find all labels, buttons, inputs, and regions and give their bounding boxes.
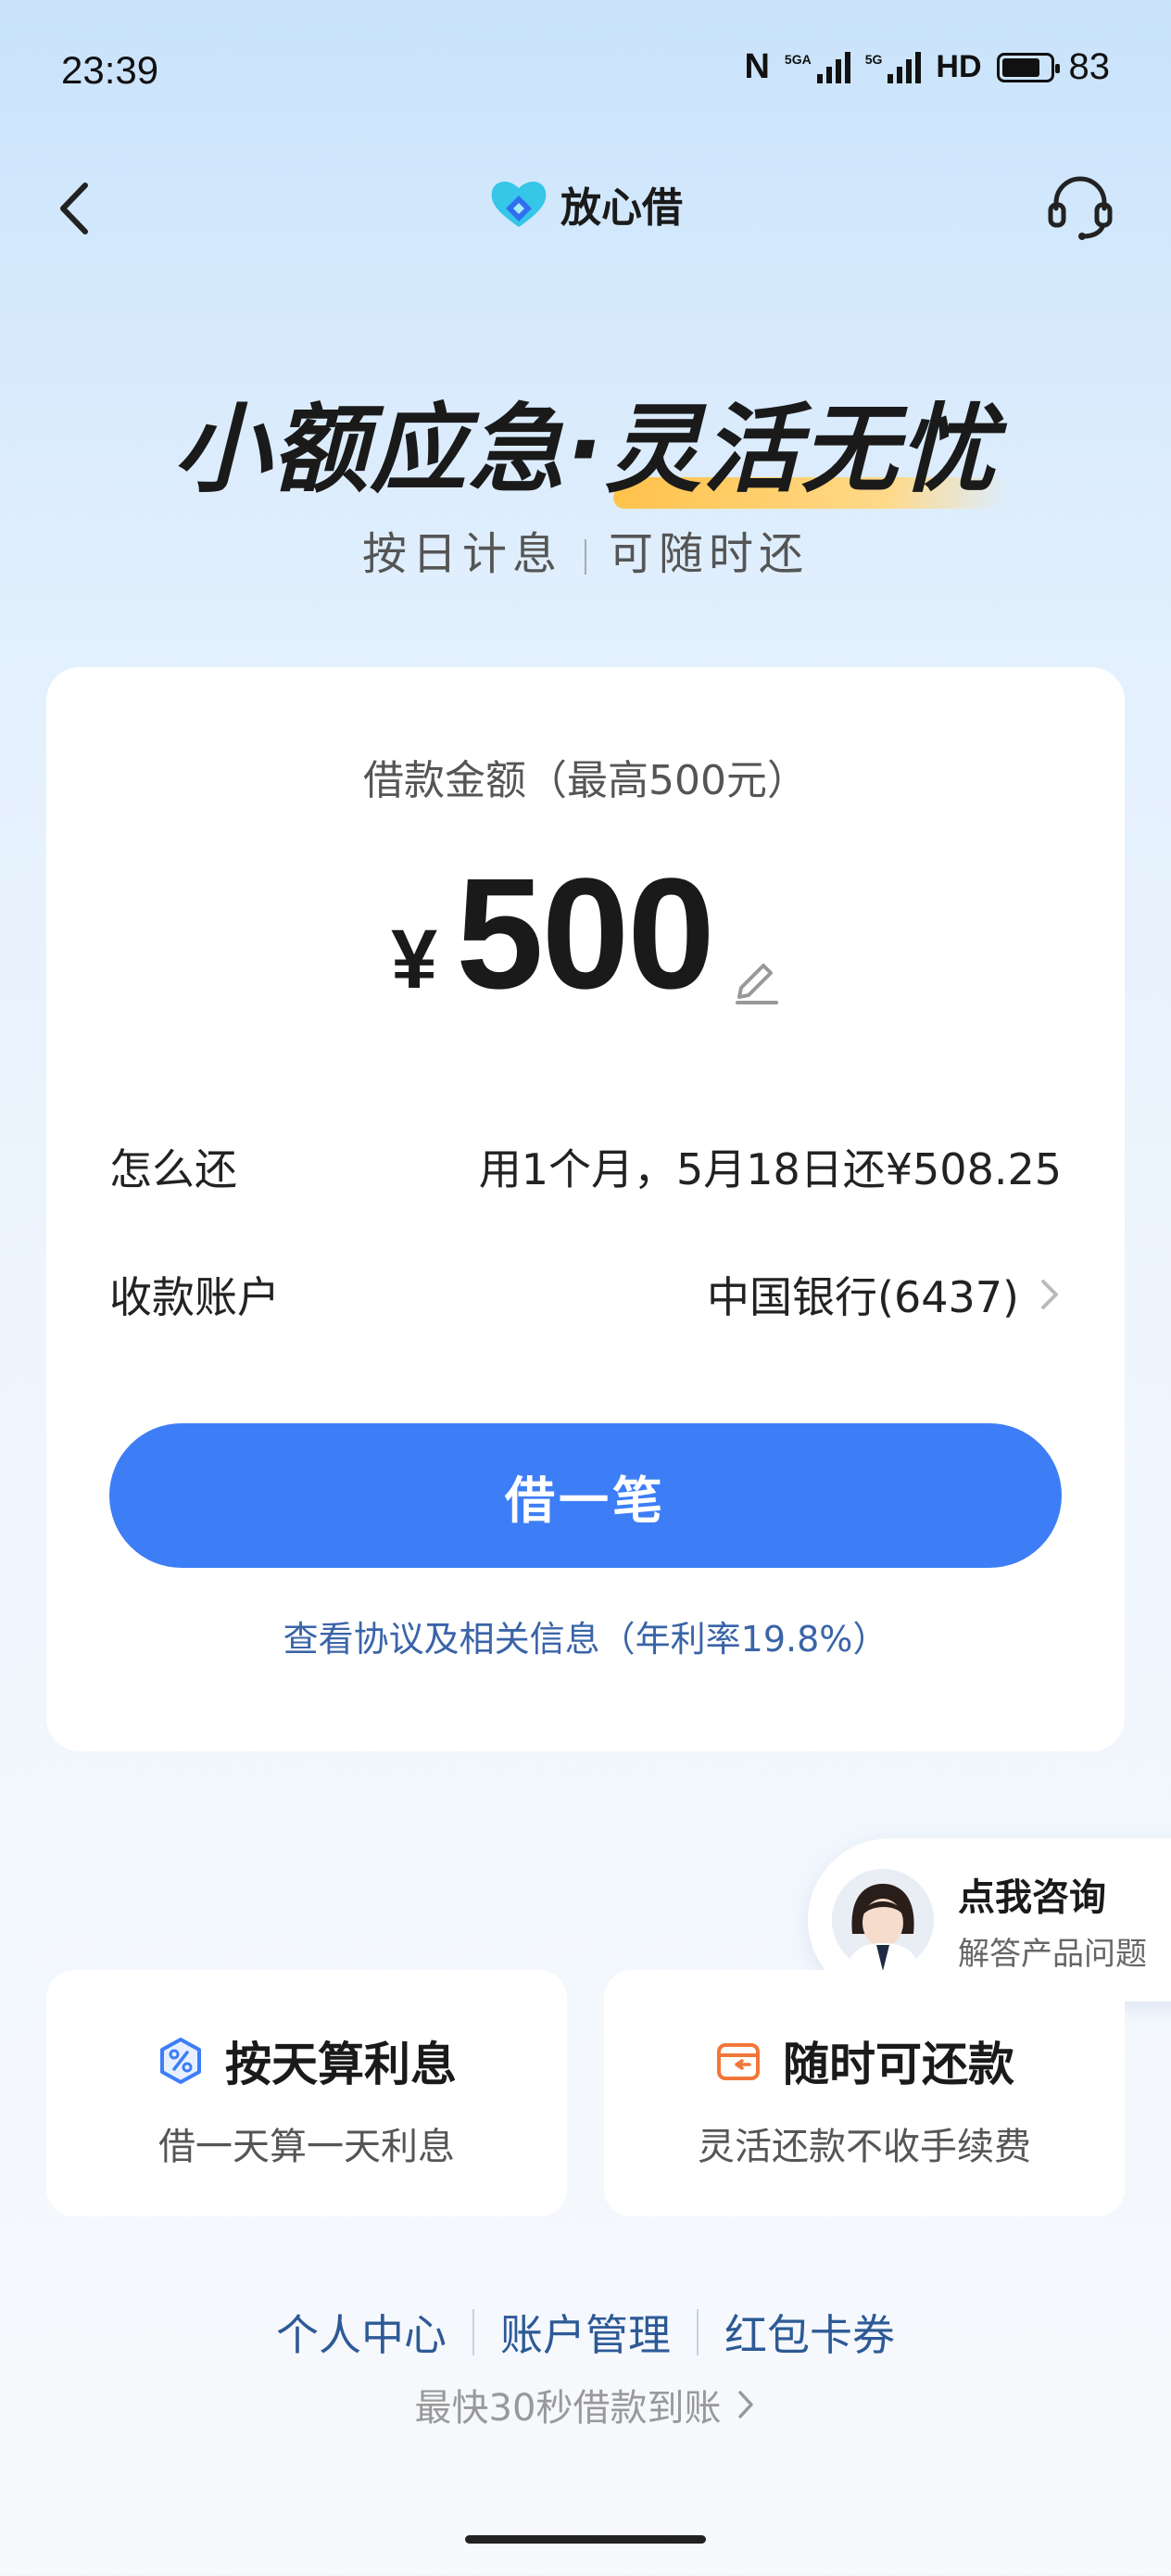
feature-title: 随时可还款 — [783, 2038, 1014, 2091]
battery-level: 83 — [1068, 46, 1111, 87]
agreement-link[interactable]: 查看协议及相关信息（年利率19.8%） — [46, 1610, 1125, 1661]
amount-label: 借款金额（最高500元） — [363, 757, 808, 804]
nfc-icon: N — [744, 47, 770, 86]
divider — [585, 539, 586, 575]
link-coupons[interactable]: 红包卡券 — [724, 2302, 895, 2363]
account-label: 收款账户 — [109, 1272, 280, 1322]
hero-sub-a: 按日计息 — [361, 528, 562, 580]
divider — [472, 2309, 474, 2355]
feature-title: 按天算利息 — [225, 2038, 457, 2091]
edit-icon[interactable] — [732, 953, 780, 1004]
hero-title-a: 小额应急· — [173, 393, 605, 506]
loan-card: 借款金额（最高500元） ¥ 500 怎么还 用1个月，5月18日还¥508.2… — [46, 667, 1125, 1751]
divider — [697, 2309, 699, 2355]
feature-card-interest: 按天算利息 借一天算一天利息 — [46, 1970, 567, 2216]
brand-logo-icon — [491, 182, 547, 227]
repay-value: 用1个月，5月18日还¥508.25 — [478, 1144, 1062, 1194]
status-time: 23:39 — [61, 48, 159, 92]
brand-name: 放心借 — [560, 185, 683, 231]
footer-links: 个人中心 账户管理 红包卡券 — [0, 2302, 1171, 2363]
feature-card-repay: 随时可还款 灵活还款不收手续费 — [604, 1970, 1125, 2216]
brand: 放心借 — [0, 174, 1171, 234]
repay-label: 怎么还 — [109, 1144, 237, 1194]
currency-symbol: ¥ — [391, 914, 438, 1006]
percent-icon — [160, 2038, 201, 2084]
repay-row[interactable]: 怎么还 用1个月，5月18日还¥508.25 — [109, 1136, 1062, 1197]
hero-title: 小额应急·灵活无忧 — [0, 371, 1171, 511]
feature-subtitle: 灵活还款不收手续费 — [698, 2126, 1031, 2168]
chevron-right-icon — [1041, 1280, 1058, 1309]
fast-loan-link[interactable]: 最快30秒借款到账 — [0, 2378, 1171, 2431]
hd-icon: HD — [936, 49, 982, 84]
hero-subtitle: 按日计息 可随时还 — [0, 517, 1171, 582]
agent-avatar — [832, 1869, 934, 1971]
account-row[interactable]: 收款账户 中国银行(6437) — [109, 1264, 1062, 1325]
customer-service-icon[interactable] — [1045, 171, 1115, 242]
link-account-management[interactable]: 账户管理 — [500, 2302, 671, 2363]
home-indicator[interactable] — [465, 2535, 706, 2544]
signal-icon-2: 5G — [865, 51, 922, 83]
consult-title: 点我咨询 — [958, 1875, 1106, 1919]
link-personal-center[interactable]: 个人中心 — [276, 2302, 447, 2363]
account-value: 中国银行(6437) — [707, 1272, 1019, 1322]
wallet-icon — [717, 2043, 760, 2080]
hero-sub-b: 可随时还 — [609, 528, 810, 580]
consult-subtitle: 解答产品问题 — [958, 1935, 1147, 1973]
borrow-button[interactable]: 借一笔 — [109, 1423, 1062, 1568]
signal-icon-1: 5GA — [785, 51, 850, 83]
amount-display[interactable]: ¥ 500 — [46, 843, 1125, 1025]
fast-loan-text: 最快30秒借款到账 — [414, 2387, 722, 2430]
feature-subtitle: 借一天算一天利息 — [158, 2126, 455, 2168]
hero-title-b: 灵活无忧 — [605, 371, 998, 511]
battery-icon — [996, 52, 1060, 82]
chevron-right-icon — [738, 2391, 754, 2418]
status-icons: N 5GA 5G HD 83 — [744, 46, 1110, 88]
loan-amount: 500 — [456, 846, 715, 1022]
